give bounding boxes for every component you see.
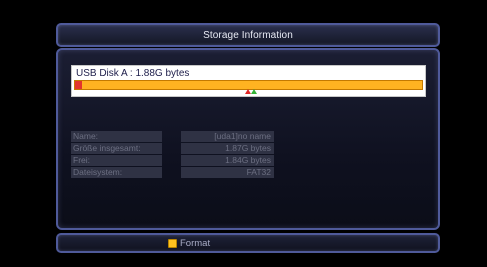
- disk-info-box: USB Disk A : 1.88G bytes: [71, 65, 426, 97]
- title-bar: Storage Information: [56, 23, 440, 47]
- disk-usage-fill: [75, 81, 82, 89]
- info-label-total-size: Größe insgesamt:: [71, 143, 162, 154]
- info-label-free: Frei:: [71, 155, 162, 166]
- footer-bar: Format: [56, 233, 440, 253]
- info-value-name: [uda1]no name: [181, 131, 274, 142]
- disk-label: USB Disk A : 1.88G bytes: [76, 68, 190, 79]
- storage-panel: USB Disk A : 1.88G bytes Name: [uda1]no …: [56, 48, 440, 230]
- green-marker-icon: [251, 89, 257, 94]
- info-label-name: Name:: [71, 131, 162, 142]
- format-label: Format: [180, 237, 211, 249]
- format-button[interactable]: Format: [168, 236, 210, 250]
- info-value-filesystem: FAT32: [181, 167, 274, 178]
- yellow-key-icon: [168, 238, 177, 248]
- info-value-free: 1.84G bytes: [181, 155, 274, 166]
- info-label-filesystem: Dateisystem:: [71, 167, 162, 178]
- page-title: Storage Information: [203, 29, 293, 41]
- info-value-total-size: 1.87G bytes: [181, 143, 274, 154]
